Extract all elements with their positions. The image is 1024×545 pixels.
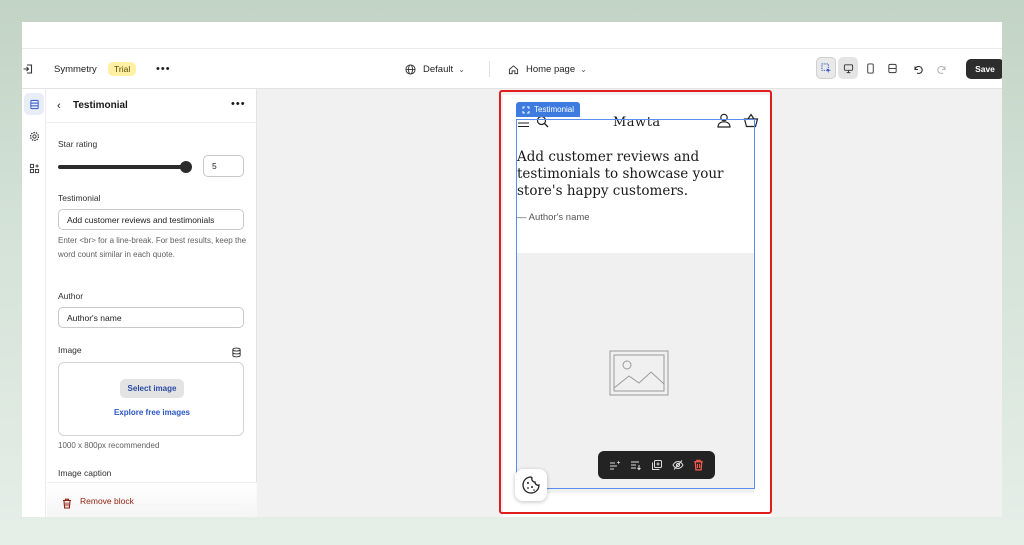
panel-title: Testimonial — [73, 100, 128, 111]
panel-header: ‹ Testimonial ••• — [47, 89, 257, 123]
settings-button[interactable] — [24, 125, 44, 147]
selected-block-tag[interactable]: Testimonial — [516, 102, 581, 117]
list-reorder-icon — [630, 461, 641, 471]
search-icon[interactable] — [536, 115, 549, 133]
image-caption-label: Image caption — [58, 468, 112, 478]
database-icon[interactable] — [231, 345, 242, 358]
image-placeholder-icon — [609, 350, 669, 401]
duplicate-icon — [651, 460, 662, 470]
remove-block-button[interactable]: Remove block — [80, 496, 134, 506]
globe-icon — [405, 63, 416, 75]
account-icon[interactable] — [717, 113, 731, 133]
block-frame-icon — [522, 106, 530, 113]
image-label: Image — [58, 345, 82, 355]
desktop-view-button[interactable] — [838, 57, 858, 79]
trash-icon — [62, 496, 72, 514]
panel-footer: Remove block — [47, 482, 257, 517]
trash-icon — [694, 459, 703, 471]
trial-badge: Trial — [108, 62, 137, 76]
gear-icon — [29, 131, 39, 141]
brand-logo[interactable]: Mawta — [613, 115, 661, 130]
block-settings-panel: ‹ Testimonial ••• Star rating 5 Testimon… — [47, 89, 257, 517]
testimonial-field[interactable]: Add customer reviews and testimonials — [58, 209, 244, 230]
testimonial-label: Testimonial — [58, 193, 101, 203]
author-label: Author — [58, 291, 84, 301]
home-icon — [508, 64, 519, 74]
block-floating-toolbar — [598, 451, 715, 479]
cookie-consent-button[interactable] — [515, 469, 547, 501]
author-field[interactable]: Author's name — [58, 307, 244, 328]
preview-canvas: Mawta Add customer reviews and testimoni… — [257, 89, 1002, 517]
redo-icon[interactable] — [936, 62, 950, 76]
top-strip — [22, 22, 1002, 49]
ai-text-icon — [609, 460, 620, 470]
menu-icon[interactable] — [517, 116, 530, 134]
more-menu-button[interactable]: ••• — [156, 62, 171, 76]
testimonial-author: — Author's name — [517, 212, 590, 223]
delete-button[interactable] — [691, 457, 707, 473]
chevron-down-icon: ⌄ — [580, 64, 587, 74]
testimonial-quote: Add customer reviews and testimonials to… — [517, 149, 724, 199]
select-image-button[interactable]: Select image — [120, 379, 184, 398]
exit-icon[interactable] — [22, 62, 36, 76]
star-rating-slider-handle[interactable] — [180, 161, 192, 173]
fullwidth-view-button[interactable] — [882, 57, 902, 79]
chevron-down-icon: ⌄ — [458, 64, 465, 74]
inspector-toggle[interactable] — [816, 57, 836, 79]
image-upload-area: Select image Explore free images — [58, 362, 244, 436]
cart-icon[interactable] — [743, 113, 759, 133]
duplicate-button[interactable] — [649, 457, 665, 473]
hide-button[interactable] — [670, 457, 686, 473]
editor-window: Symmetry Trial ••• Default ⌄ Home page ⌄ — [22, 22, 1002, 517]
apps-icon — [29, 163, 39, 173]
store-name[interactable]: Symmetry — [54, 62, 97, 76]
mobile-icon — [866, 62, 874, 74]
image-help-text: 1000 x 800px recommended — [58, 441, 160, 450]
testimonial-help-text: Enter <br> for a line-break. For best re… — [58, 236, 247, 259]
selected-block-tag-label: Testimonial — [534, 105, 575, 114]
page-selector-label: Home page — [526, 63, 576, 75]
theme-selector[interactable]: Default ⌄ — [405, 62, 465, 76]
sections-button[interactable] — [24, 93, 44, 115]
left-rail — [22, 89, 46, 517]
view-switcher — [816, 57, 906, 81]
cursor-select-icon — [820, 62, 831, 73]
reorder-button[interactable] — [628, 457, 644, 473]
save-button[interactable]: Save — [966, 59, 1002, 79]
cookie-icon — [522, 476, 540, 494]
expand-icon — [887, 63, 897, 73]
star-rating-input[interactable]: 5 — [203, 155, 244, 177]
sections-icon — [29, 99, 39, 109]
eye-off-icon — [671, 460, 684, 470]
top-toolbar: Symmetry Trial ••• Default ⌄ Home page ⌄ — [22, 49, 1002, 89]
mobile-view-button[interactable] — [860, 57, 880, 79]
star-rating-slider[interactable] — [58, 165, 186, 169]
toolbar-divider — [489, 61, 490, 77]
theme-selector-label: Default — [423, 63, 454, 75]
back-arrow-icon[interactable]: ‹ — [57, 100, 61, 112]
undo-icon[interactable] — [912, 62, 926, 76]
star-rating-label: Star rating — [58, 139, 98, 149]
explore-free-images-link[interactable]: Explore free images — [59, 408, 245, 417]
page-selector[interactable]: Home page ⌄ — [508, 62, 587, 76]
ai-text-button[interactable] — [607, 457, 623, 473]
desktop-icon — [843, 63, 853, 73]
apps-button[interactable] — [24, 157, 44, 179]
panel-more-button[interactable]: ••• — [231, 98, 246, 110]
